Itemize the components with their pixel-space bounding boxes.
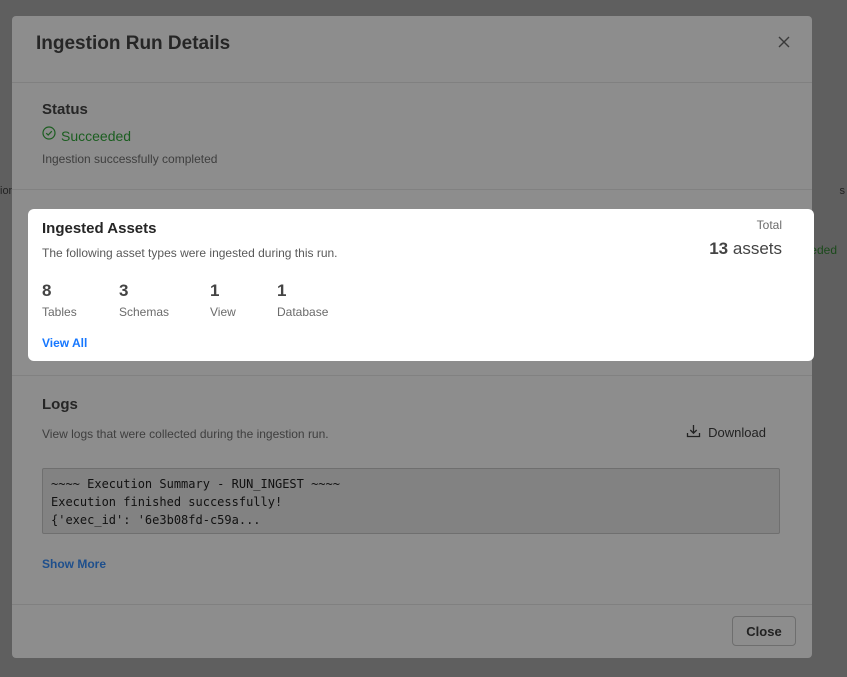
total-count: 13 <box>709 239 729 258</box>
modal-header: Ingestion Run Details <box>12 16 812 83</box>
divider <box>12 375 812 376</box>
logs-description: View logs that were collected during the… <box>42 427 329 441</box>
logs-title: Logs <box>42 396 78 413</box>
modal-footer: Close <box>12 604 812 658</box>
stat-count: 1 <box>210 281 220 300</box>
download-icon <box>686 424 701 441</box>
log-line: Execution finished successfully! <box>51 495 283 509</box>
logs-section: Logs View logs that were collected durin… <box>42 396 782 571</box>
status-row: Succeeded <box>42 126 217 145</box>
log-output: ~~~~ Execution Summary - RUN_INGEST ~~~~… <box>42 468 780 534</box>
stat-label: Tables <box>42 305 77 319</box>
check-circle-icon <box>42 126 56 145</box>
ingested-assets-card: Ingested Assets The following asset type… <box>28 209 814 361</box>
stat-label: Database <box>277 305 329 319</box>
total-assets: 13 assets <box>709 239 782 259</box>
close-button[interactable]: Close <box>732 616 796 646</box>
status-description: Ingestion successfully completed <box>42 152 218 166</box>
download-button[interactable]: Download <box>686 424 766 441</box>
assets-description: The following asset types were ingested … <box>42 246 338 260</box>
divider <box>12 189 812 190</box>
log-line: ~~~~ Execution Summary - RUN_INGEST ~~~~ <box>51 477 340 491</box>
status-value: Succeeded <box>61 127 132 144</box>
stat-tables: 8 Tables <box>42 281 77 319</box>
show-more-link[interactable]: Show More <box>42 557 106 571</box>
total-unit: assets <box>732 239 782 258</box>
stat-count: 1 <box>277 281 287 300</box>
stat-view: 1 View <box>210 281 236 319</box>
total-label: Total <box>756 218 782 232</box>
status-title: Status <box>42 101 88 118</box>
close-icon[interactable] <box>776 34 792 50</box>
stat-database: 1 Database <box>277 281 328 319</box>
stat-label: View <box>210 305 236 319</box>
background-status-text: eded <box>810 243 837 257</box>
assets-title: Ingested Assets <box>42 220 157 237</box>
stat-count: 3 <box>119 281 129 300</box>
status-section: Status Succeeded Ingestion successfully … <box>42 101 217 166</box>
modal-title: Ingestion Run Details <box>36 33 231 54</box>
stat-label: Schemas <box>119 305 170 319</box>
download-label: Download <box>708 425 766 440</box>
stat-count: 8 <box>42 281 52 300</box>
log-line: {'exec_id': '6e3b08fd-c59a... <box>51 513 261 527</box>
view-all-link[interactable]: View All <box>42 336 87 350</box>
stat-schemas: 3 Schemas <box>119 281 169 319</box>
background-column-header-right: s <box>839 185 846 197</box>
